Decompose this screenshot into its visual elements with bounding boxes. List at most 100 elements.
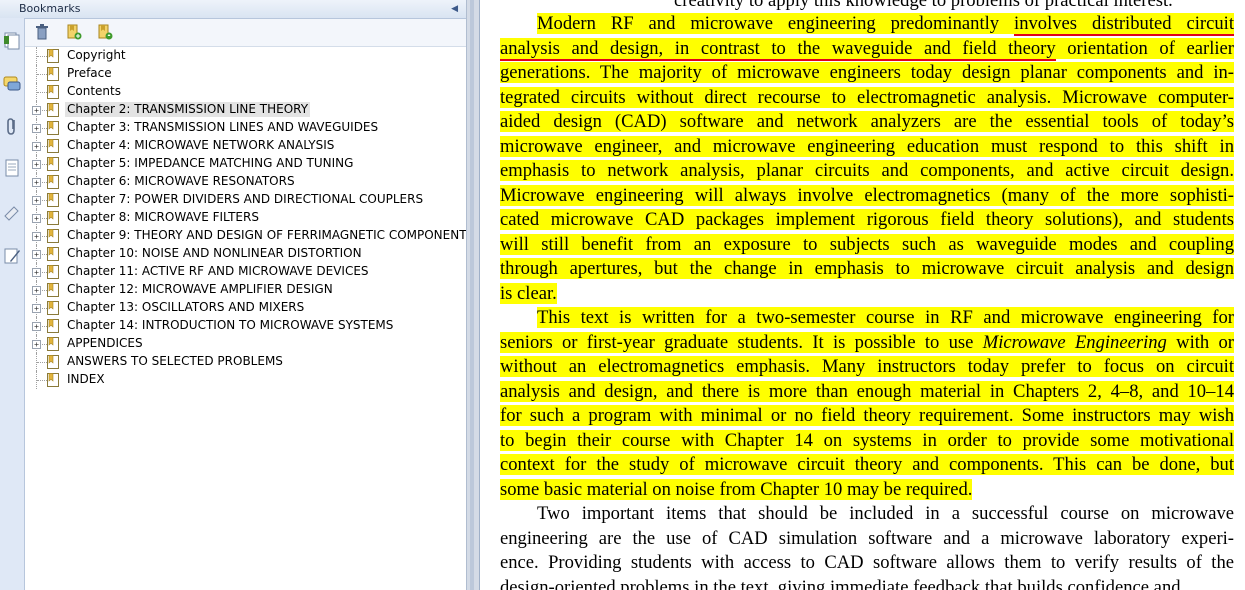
bookmark-item[interactable]: + Chapter 3: TRANSMISSION LINES AND WAVEG… (25, 119, 465, 137)
bookmark-item[interactable]: Contents (25, 83, 465, 101)
bookmark-label[interactable]: Chapter 3: TRANSMISSION LINES AND WAVEGU… (65, 120, 380, 135)
text-line: context for the study of microwave circu… (500, 454, 1234, 475)
bookmark-item[interactable]: Copyright (25, 47, 465, 65)
expand-toggle-icon[interactable]: + (32, 304, 41, 313)
expand-toggle-icon[interactable]: + (32, 196, 41, 205)
bookmark-item[interactable]: + Chapter 6: MICROWAVE RESONATORS (25, 173, 465, 191)
p1-line-1: Modern RF and microwave engineering pred… (537, 13, 1234, 36)
text-line: to begin their course with Chapter 14 on… (500, 429, 1234, 451)
bookmark-label[interactable]: INDEX (65, 372, 107, 387)
pages-icon[interactable] (2, 30, 22, 50)
bookmark-item[interactable]: + Chapter 8: MICROWAVE FILTERS (25, 209, 465, 227)
edit-tools-icon[interactable] (2, 246, 22, 266)
bookmark-item[interactable]: + Chapter 7: POWER DIVIDERS AND DIRECTION… (25, 191, 465, 209)
bookmark-icon (47, 229, 59, 243)
document-icon[interactable] (2, 158, 22, 178)
panel-title: Bookmarks (19, 2, 81, 15)
bookmark-label[interactable]: Chapter 14: INTRODUCTION TO MICROWAVE SY… (65, 318, 395, 333)
bookmark-label[interactable]: Chapter 13: OSCILLATORS AND MIXERS (65, 300, 306, 315)
expand-toggle-icon[interactable]: + (32, 232, 41, 241)
text-line: engineering are the use of CAD simulatio… (500, 527, 1234, 549)
new-bookmark-icon[interactable] (65, 23, 83, 41)
bookmark-icon (47, 301, 59, 315)
expand-toggle-icon[interactable]: + (32, 160, 41, 169)
tree-connector (37, 380, 47, 381)
expand-toggle-icon[interactable]: + (32, 142, 41, 151)
bookmark-item[interactable]: + Chapter 11: ACTIVE RF AND MICROWAVE DEV… (25, 263, 465, 281)
bookmark-label[interactable]: Chapter 6: MICROWAVE RESONATORS (65, 174, 297, 189)
bookmark-item[interactable]: INDEX (25, 371, 465, 389)
bookmark-icon (47, 139, 59, 153)
expand-toggle-icon[interactable]: + (32, 124, 41, 133)
bookmark-icon (47, 103, 59, 117)
bookmark-item[interactable]: + Chapter 12: MICROWAVE AMPLIFIER DESIGN (25, 281, 465, 299)
bookmark-label[interactable]: Copyright (65, 48, 128, 63)
bookmark-label[interactable]: Chapter 12: MICROWAVE AMPLIFIER DESIGN (65, 282, 335, 297)
expand-toggle-icon[interactable]: + (32, 250, 41, 259)
navigation-toolstrip (0, 18, 25, 590)
bookmark-label[interactable]: Chapter 8: MICROWAVE FILTERS (65, 210, 261, 225)
bookmark-item[interactable]: + Chapter 14: INTRODUCTION TO MICROWAVE S… (25, 317, 465, 335)
expand-toggle-icon[interactable]: + (32, 286, 41, 295)
expand-toggle-icon[interactable]: + (32, 214, 41, 223)
bookmark-label[interactable]: Chapter 5: IMPEDANCE MATCHING AND TUNING (65, 156, 355, 171)
p1-line-2: analysis and design, in contrast to the … (500, 37, 1234, 61)
bookmark-item[interactable]: Preface (25, 65, 465, 83)
bookmark-item[interactable]: + APPENDICES (25, 335, 465, 353)
bookmark-icon (47, 85, 59, 99)
bookmark-item[interactable]: + Chapter 10: NOISE AND NONLINEAR DISTORT… (25, 245, 465, 263)
bookmark-item[interactable]: + Chapter 2: TRANSMISSION LINE THEORY (25, 101, 465, 119)
bookmark-item[interactable]: + Chapter 4: MICROWAVE NETWORK ANALYSIS (25, 137, 465, 155)
bookmarks-toolbar (25, 19, 466, 47)
expand-toggle-icon[interactable]: + (32, 268, 41, 277)
comments-icon[interactable] (2, 74, 22, 94)
collapse-panel-icon[interactable]: ◀ (451, 0, 458, 18)
bookmark-icon (47, 67, 59, 81)
bookmark-item[interactable]: ANSWERS TO SELECTED PROBLEMS (25, 353, 465, 371)
expand-toggle-icon[interactable]: + (32, 322, 41, 331)
bookmark-item[interactable]: + Chapter 5: IMPEDANCE MATCHING AND TUNIN… (25, 155, 465, 173)
text-line: emphasis to network analysis, planar cir… (500, 160, 1234, 181)
expand-toggle-icon[interactable]: + (32, 178, 41, 187)
bookmark-icon (47, 157, 59, 171)
signature-icon[interactable] (2, 202, 22, 222)
bookmark-item[interactable]: + Chapter 9: THEORY AND DESIGN OF FERRIMA… (25, 227, 474, 245)
text-line: ence. Providing students with access to … (500, 552, 1234, 573)
paragraph-2: This text is written for a two-semester … (500, 306, 1234, 502)
text-line: tegrated circuits without direct recours… (500, 86, 1234, 108)
text-line: will still benefit from an exposure to s… (500, 233, 1234, 255)
bookmarks-panel-header: Bookmarks ◀ (0, 0, 466, 19)
tree-connector (37, 362, 47, 363)
bookmark-label[interactable]: Chapter 9: THEORY AND DESIGN OF FERRIMAG… (65, 228, 476, 243)
bookmark-label[interactable]: Chapter 7: POWER DIVIDERS AND DIRECTIONA… (65, 192, 425, 207)
bookmark-label[interactable]: Chapter 10: NOISE AND NONLINEAR DISTORTI… (65, 246, 364, 261)
bookmark-icon (47, 49, 59, 63)
bookmark-icon (47, 319, 59, 333)
bookmark-label[interactable]: APPENDICES (65, 336, 145, 351)
bookmark-icon (47, 247, 59, 261)
bookmark-label[interactable]: Contents (65, 84, 123, 99)
expand-toggle-icon[interactable]: + (32, 106, 41, 115)
bookmark-label[interactable]: Chapter 2: TRANSMISSION LINE THEORY (65, 102, 311, 117)
bookmark-item[interactable]: + Chapter 13: OSCILLATORS AND MIXERS (25, 299, 465, 317)
bookmark-label[interactable]: Chapter 4: MICROWAVE NETWORK ANALYSIS (65, 138, 336, 153)
text-line: some basic material on noise from Chapte… (500, 478, 973, 500)
bookmark-icon (47, 121, 59, 135)
expand-toggle-icon[interactable]: + (32, 340, 41, 349)
bookmark-label[interactable]: Chapter 11: ACTIVE RF AND MICROWAVE DEVI… (65, 264, 371, 279)
text-line: design-oriented problems in the text, gi… (500, 576, 1181, 590)
bookmark-icon (47, 337, 59, 351)
attachments-icon[interactable] (2, 116, 22, 136)
bookmark-tree: Copyright Preface Contents + Chapter 2: TRAN… (25, 47, 474, 590)
text-line: is clear. (500, 282, 557, 304)
bookmark-label[interactable]: Preface (65, 66, 114, 81)
bookmark-label[interactable]: ANSWERS TO SELECTED PROBLEMS (65, 354, 285, 369)
bookmark-icon (47, 283, 59, 297)
splitter-grip[interactable] (470, 0, 474, 590)
tree-connector (37, 56, 47, 57)
text-line: through apertures, but the change in emp… (500, 258, 1234, 279)
bookmark-icon (47, 355, 59, 369)
expand-bookmark-icon[interactable] (96, 23, 114, 41)
panel-splitter[interactable] (466, 0, 480, 590)
delete-bookmark-icon[interactable] (33, 23, 51, 41)
